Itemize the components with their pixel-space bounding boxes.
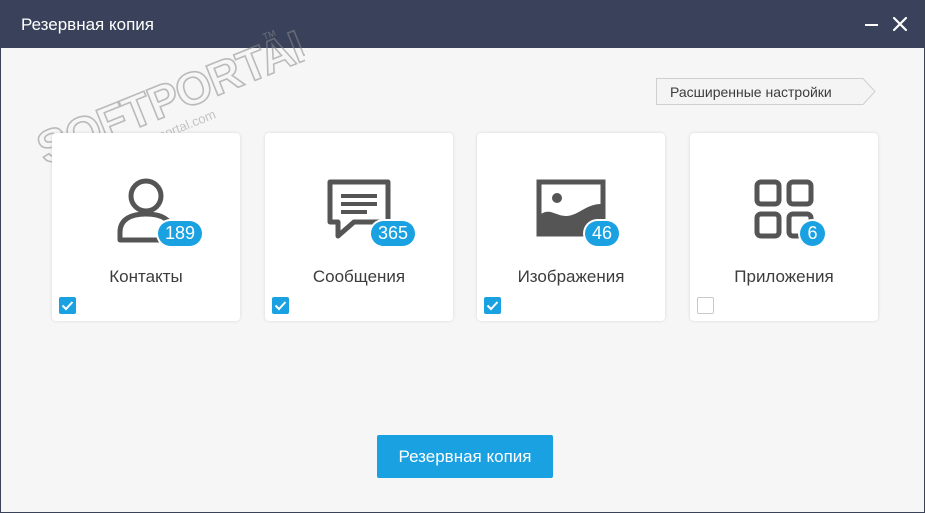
checkmark-icon: [486, 301, 499, 311]
count-badge: 365: [371, 221, 416, 246]
category-card-contacts[interactable]: 189 Контакты: [52, 133, 240, 321]
select-checkbox[interactable]: [697, 297, 714, 314]
advanced-settings-button[interactable]: Расширенные настройки: [656, 78, 876, 105]
close-button[interactable]: [887, 11, 913, 37]
select-checkbox[interactable]: [484, 297, 501, 314]
card-label: Контакты: [109, 267, 183, 286]
category-card-apps[interactable]: 6 Приложения: [690, 133, 878, 321]
close-icon: [892, 16, 908, 32]
minimize-icon: [865, 24, 878, 26]
count-badge: 6: [800, 221, 825, 246]
window-title: Резервная копия: [21, 15, 154, 34]
select-checkbox[interactable]: [272, 297, 289, 314]
count-badge: 46: [585, 221, 620, 246]
checkmark-icon: [61, 301, 74, 311]
select-checkbox[interactable]: [59, 297, 76, 314]
title-bar[interactable]: Резервная копия: [1, 1, 924, 48]
backup-window: Резервная копия SOFTPORTAL www.softporta…: [0, 0, 925, 513]
card-label: Приложения: [734, 267, 834, 286]
card-label: Сообщения: [312, 267, 406, 286]
count-badge: 189: [158, 221, 203, 246]
card-label: Изображения: [517, 267, 625, 286]
backup-button[interactable]: Резервная копия: [377, 435, 553, 478]
category-card-messages[interactable]: 365 Сообщения: [265, 133, 453, 321]
checkmark-icon: [274, 301, 287, 311]
category-card-images[interactable]: 46 Изображения: [477, 133, 665, 321]
minimize-button[interactable]: [859, 11, 885, 37]
advanced-settings-label: Расширенные настройки: [670, 84, 832, 100]
